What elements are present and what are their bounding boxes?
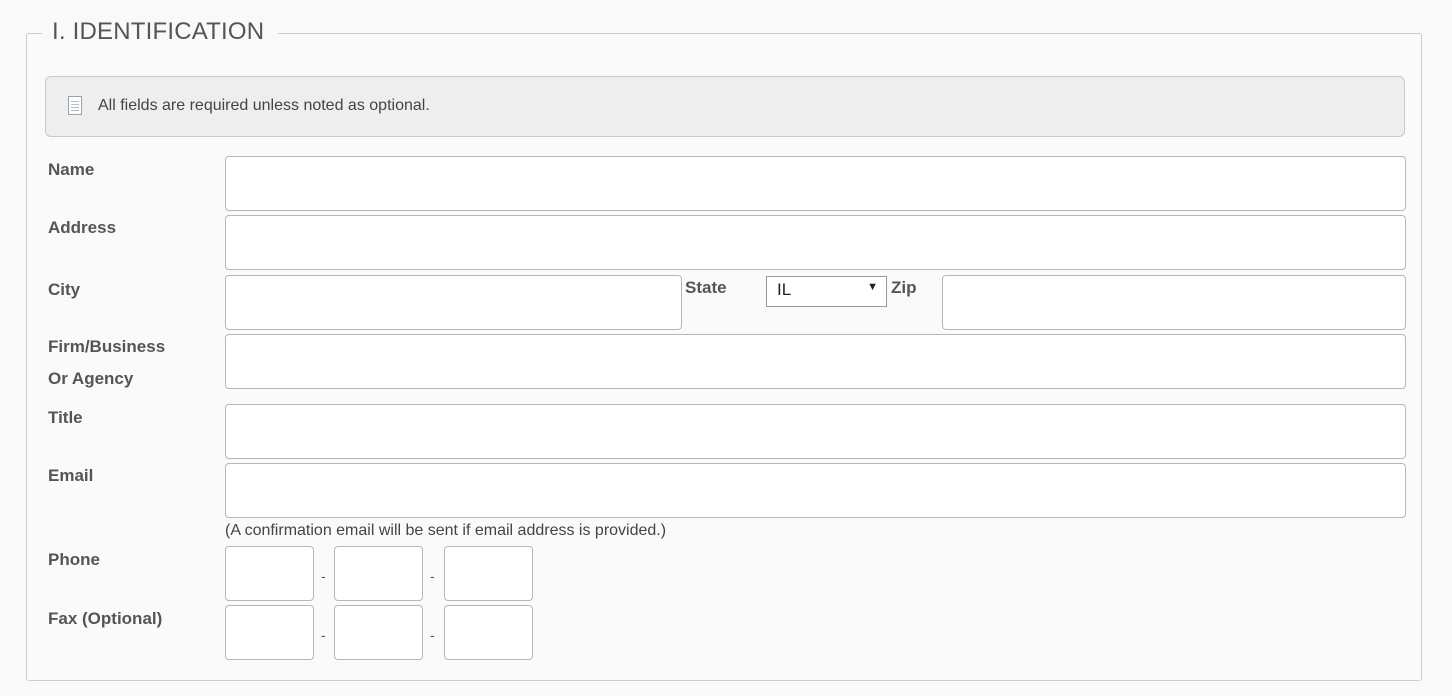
state-select[interactable]: IL ▼ (766, 276, 887, 307)
fax-prefix-input[interactable] (334, 605, 423, 660)
phone-separator: - (321, 568, 326, 584)
firm-label-line2: Or Agency (48, 369, 134, 388)
title-label: Title (48, 408, 83, 427)
fax-area-code-input[interactable] (225, 605, 314, 660)
required-fields-notice: All fields are required unless noted as … (45, 76, 1405, 137)
title-input[interactable] (225, 404, 1406, 459)
email-input[interactable] (225, 463, 1406, 518)
phone-prefix-input[interactable] (334, 546, 423, 601)
city-input[interactable] (225, 275, 682, 330)
firm-label-line1: Firm/Business (48, 337, 166, 356)
address-input[interactable] (225, 215, 1406, 270)
email-confirmation-note: (A confirmation email will be sent if em… (225, 522, 667, 539)
fax-separator: - (321, 627, 326, 643)
fax-separator: - (430, 627, 435, 643)
phone-separator: - (430, 568, 435, 584)
address-label: Address (48, 218, 117, 237)
chevron-down-icon: ▼ (867, 281, 878, 293)
email-label: Email (48, 466, 94, 485)
city-label: City (48, 280, 81, 299)
zip-label: Zip (891, 278, 917, 297)
phone-label: Phone (48, 550, 100, 569)
section-legend: I. IDENTIFICATION (42, 18, 279, 46)
phone-line-input[interactable] (444, 546, 533, 601)
fax-line-input[interactable] (444, 605, 533, 660)
phone-area-code-input[interactable] (225, 546, 314, 601)
notice-text: All fields are required unless noted as … (98, 97, 430, 114)
name-input[interactable] (225, 156, 1406, 211)
firm-input[interactable] (225, 334, 1406, 389)
zip-input[interactable] (942, 275, 1406, 330)
fax-label: Fax (Optional) (48, 609, 163, 628)
state-selected-value: IL (777, 280, 792, 299)
document-icon (68, 96, 82, 115)
state-label: State (685, 278, 727, 297)
name-label: Name (48, 160, 95, 179)
